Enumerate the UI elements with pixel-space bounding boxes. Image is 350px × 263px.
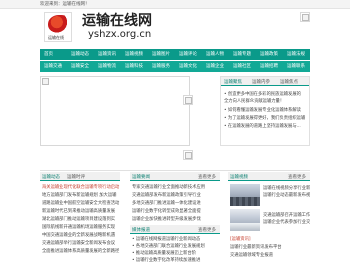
list-item[interactable]: • 推动运输高质量发展迈上新台阶 — [132, 250, 220, 256]
nav-item[interactable]: 运输政策 — [260, 51, 278, 57]
list-item[interactable]: • 运输在线网报道运输行业新闻动态 — [132, 236, 220, 242]
list-item[interactable]: 国际航线新开通运输机场运输服务实现 — [42, 224, 120, 230]
nav-item[interactable]: 运输动态 — [71, 51, 89, 57]
list-item[interactable]: 地方运输部门发布新运输规划 加大运输 — [42, 192, 120, 198]
lower-right-header: 运输视频 查看更多 — [228, 172, 310, 181]
section-title[interactable]: 运输要闻 — [132, 174, 150, 180]
media-title[interactable]: 媒体报道 — [132, 227, 150, 233]
nav-item[interactable]: 运输评论 — [179, 51, 197, 57]
lower-left-tabs: 运输动态 运输时评 — [40, 172, 120, 181]
list-item[interactable]: 运输行业最新资讯发布平台 — [230, 244, 310, 250]
list-item[interactable]: • 运输行业数字化改革持续加速推进 — [132, 257, 220, 263]
news-panel: 运输聚焦 运输内参 运输焦点 • 创造更多中国在多彩的民族运输发展的 全力向人民… — [220, 76, 310, 146]
list-item[interactable]: 交通运输部召开运输工作专题会议 — [263, 212, 310, 218]
section-divider — [40, 170, 310, 171]
list-item[interactable]: • 各地交通部门联合运输行业发展规划 — [132, 243, 220, 249]
thumbnail-desk — [230, 223, 260, 231]
list-item[interactable]: 湖北运输部门推动运输项目建设落到实 — [42, 216, 120, 222]
nav-item[interactable]: 运输企业 — [206, 63, 224, 69]
list-item[interactable]: 交通运输领域专业报道 — [230, 252, 310, 258]
nav-item[interactable]: 运输交通 — [44, 63, 62, 69]
nav-item[interactable]: 运输社区 — [233, 63, 251, 69]
sub-nav: 运输交通 运输安全 运输物流 运输科技 运输服务 运输文化 运输企业 运输社区 … — [40, 61, 310, 72]
nav-item[interactable]: 运输安全 — [71, 63, 89, 69]
site-domain: yshzx.org.cn — [88, 29, 152, 40]
tab-focus[interactable]: 运输聚焦 — [224, 79, 242, 85]
news-panel-tabs: 运输聚焦 运输内参 运输焦点 — [221, 77, 309, 86]
list-item[interactable]: 新运输时代已到来推动运输高质量发展 — [42, 208, 120, 214]
header-banner-image[interactable] — [300, 12, 310, 22]
media-more-link[interactable]: 查看更多 — [198, 227, 216, 233]
media-header: 媒体报道 查看更多 — [130, 225, 220, 234]
news-line[interactable]: • 在运输发展的道路上坚持运输发展与... — [224, 123, 308, 129]
top-bar: 欢迎来到：运输在线网！ — [0, 0, 350, 9]
news-line: 全力向人民群众贡献运输力量！ — [224, 99, 285, 104]
thumbnail-crowd — [230, 197, 260, 206]
list-item[interactable]: 交通运输部发布新运输政策引导行业 — [132, 192, 220, 198]
ad-image-1[interactable] — [183, 150, 193, 160]
tab-internal[interactable]: 运输内参 — [252, 79, 270, 85]
nav-item[interactable]: 运输专题 — [233, 51, 251, 57]
tab-dynamic[interactable]: 运输动态 — [42, 174, 60, 180]
nav-item[interactable]: 运输图片 — [152, 51, 170, 57]
nav-item[interactable]: 运输物流 — [98, 63, 116, 69]
video-thumbnail-2[interactable] — [230, 209, 260, 231]
list-item[interactable]: 多地交通部门推进运输一体化建设进 — [132, 200, 220, 206]
logo-swirl-icon — [48, 15, 70, 33]
nav-item[interactable]: 运输法规 — [287, 51, 305, 57]
nav-item[interactable]: 运输资讯 — [98, 51, 116, 57]
news-line[interactable]: • 创造更多中国在多彩的民族运输发展的 — [224, 91, 308, 97]
list-item[interactable]: 交通运输部举行运输安全新闻发布会议 — [42, 240, 120, 246]
list-item[interactable]: 运输在线视频分享行业新闻报道 — [263, 185, 310, 191]
ad-image-2[interactable] — [183, 95, 193, 105]
site-logo[interactable]: 运输在线 — [44, 12, 72, 42]
more-link[interactable]: 查看更多 — [198, 174, 216, 180]
nav-item[interactable]: 运输科技 — [125, 63, 143, 69]
news-line[interactable]: • 为了运输发展得更好，我们负责组织运输 — [224, 115, 308, 121]
list-item[interactable]: 全面推进运输体系高质量发展的全新路径 — [42, 248, 120, 254]
list-item[interactable]: 中国交通运输业的全新发展战略新机遇 — [42, 232, 120, 238]
list-item[interactable]: 运输行业动态最新发布视频资讯 — [263, 192, 310, 198]
nav-item[interactable]: 运输招聘 — [260, 63, 278, 69]
logo-seal-text: 运输在线 — [48, 35, 64, 40]
list-item[interactable]: 运输行业数字化转型成效显著全面提 — [132, 208, 220, 214]
nav-item[interactable]: 运输人物 — [206, 51, 224, 57]
video-more-link[interactable]: 查看更多 — [288, 174, 306, 180]
list-item[interactable]: 道路运输业中国航空运输安全大检查活动 — [42, 200, 120, 206]
list-item[interactable]: 海关运输业现代化联合运输专项行动启动 — [42, 184, 120, 190]
news-line[interactable]: • 如何看懂运输发展专业化运输体系解读 — [224, 107, 308, 113]
bottom-title[interactable]: [运输资讯] — [230, 236, 310, 242]
video-thumbnail-1[interactable] — [230, 184, 260, 206]
nav-item[interactable]: 首页 — [44, 51, 53, 57]
welcome-text: 欢迎来到：运输在线网！ — [40, 2, 90, 7]
nav-item[interactable]: 运输服务 — [152, 63, 170, 69]
lower-mid-panel: 运输要闻 查看更多 专家交通运输行业全面推动新技术应用 交通运输部发布新运输政策… — [130, 172, 220, 263]
tab-commentary[interactable]: 运输时评 — [67, 174, 85, 180]
nav-item[interactable]: 运输联系 — [287, 63, 305, 69]
list-item[interactable]: 运输企业加快推进转型升级发展步伐 — [132, 216, 220, 222]
nav-item[interactable]: 运输文化 — [179, 63, 197, 69]
lower-mid-header: 运输要闻 查看更多 — [130, 172, 220, 181]
slideshow-image[interactable] — [40, 76, 190, 146]
lower-left-panel: 运输动态 运输时评 海关运输业现代化联合运输专项行动启动 地方运输部门发布新运输… — [40, 172, 120, 263]
list-item[interactable]: 专家交通运输行业全面推动新技术应用 — [132, 184, 220, 190]
site-title: 运输在线网 — [82, 13, 152, 29]
tab-highlight[interactable]: 运输焦点 — [280, 79, 298, 85]
main-nav: 首页 运输动态 运输资讯 运输视频 运输图片 运输评论 运输人物 运输专题 运输… — [40, 49, 310, 60]
nav-item[interactable]: 运输视频 — [125, 51, 143, 57]
lower-right-panel: 运输视频 查看更多 运输在线视频分享行业新闻报道 运输行业动态最新发布视频资讯 … — [228, 172, 310, 263]
video-title[interactable]: 运输视频 — [230, 174, 248, 180]
list-item[interactable]: 运输企业代表参加行业交流活动 — [263, 219, 310, 225]
